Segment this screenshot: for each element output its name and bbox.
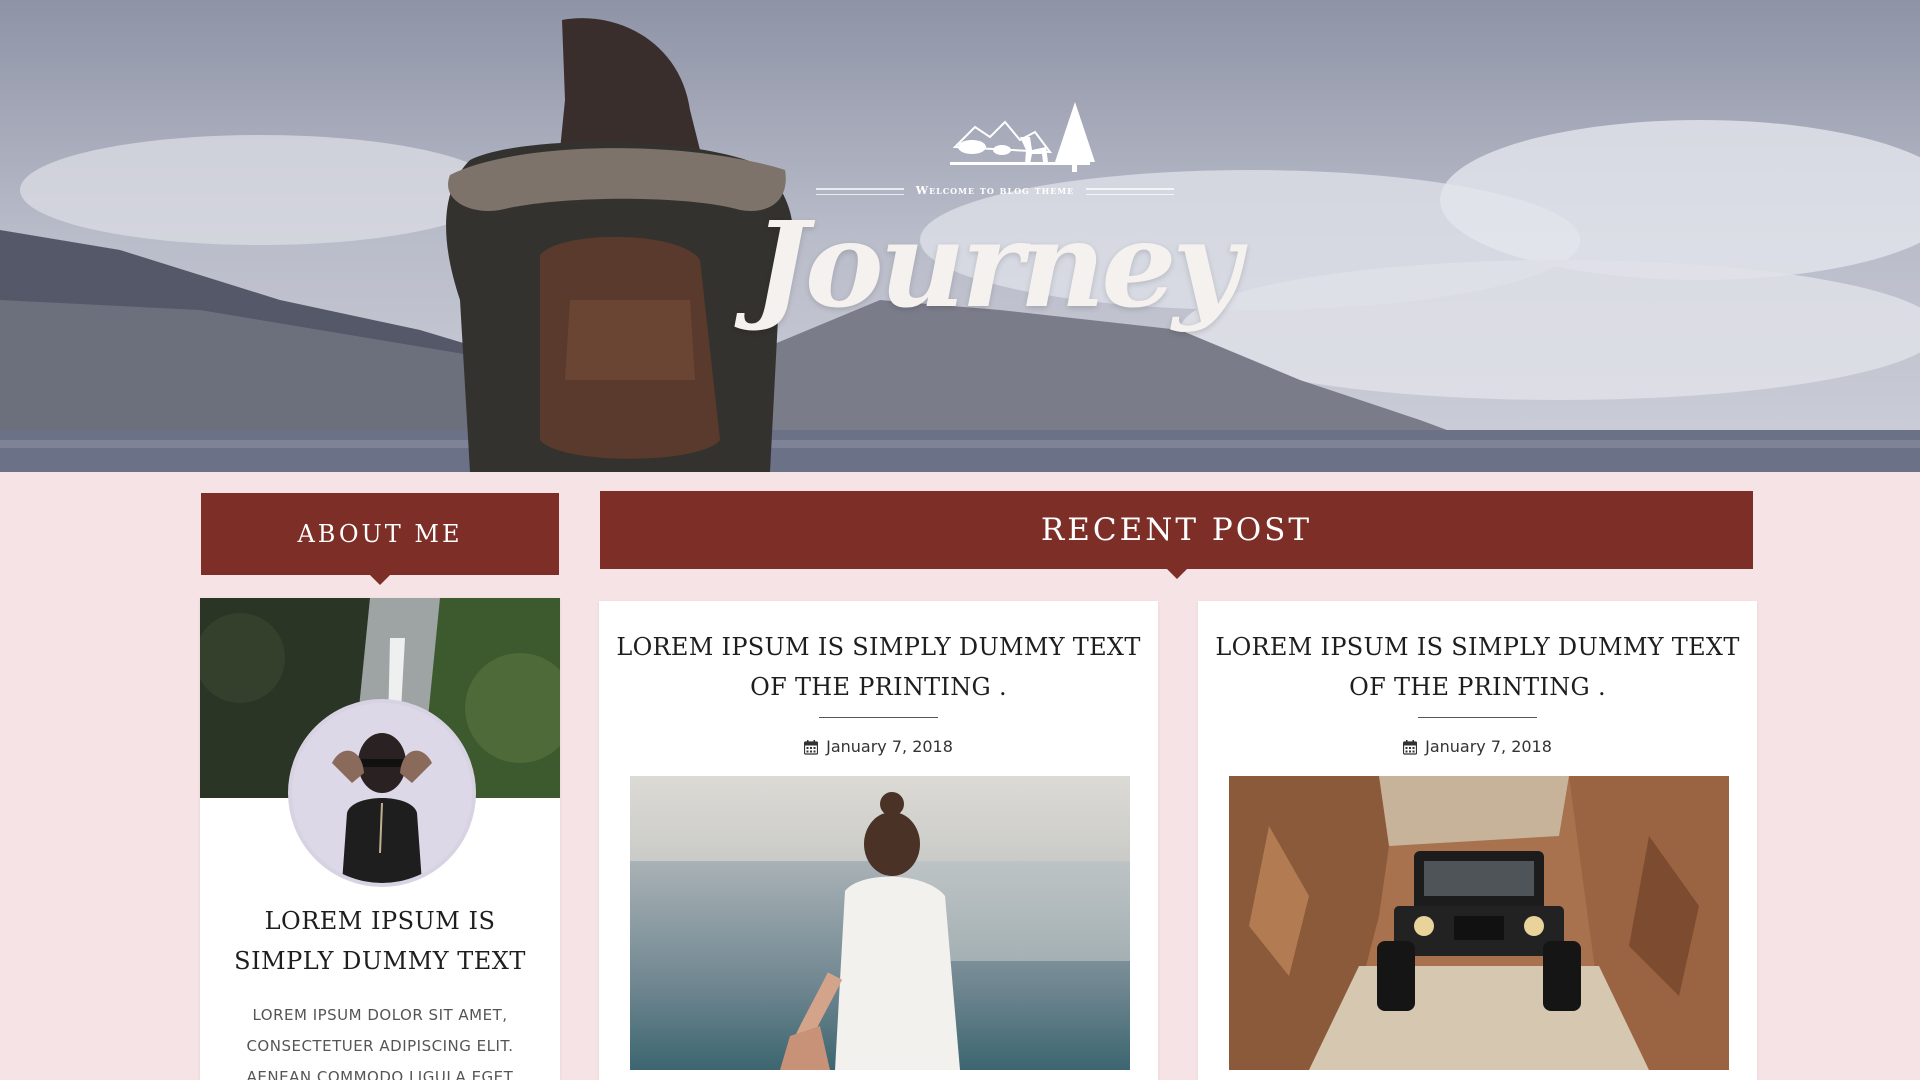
hero-title: Journey: [753, 195, 1241, 334]
about-me-header: ABOUT ME: [201, 493, 559, 585]
site-logo[interactable]: Welcome to blog theme Journey: [750, 92, 1241, 372]
about-title: LOREM IPSUM IS SIMPLY DUMMY TEXT: [200, 901, 560, 981]
post-title-link[interactable]: LOREM IPSUM IS SIMPLY DUMMY TEXT OF THE …: [1198, 627, 1757, 707]
wildlife-emblem-icon: [950, 102, 1095, 172]
hero-banner: Welcome to blog theme Journey: [0, 0, 1920, 472]
divider: [819, 717, 938, 718]
avatar: [288, 699, 476, 887]
about-me-card: LOREM IPSUM IS SIMPLY DUMMY TEXT LOREM I…: [200, 598, 560, 1080]
about-text-line: AENEAN COMMODO LIGULA EGET: [246, 1068, 514, 1080]
about-title-line: SIMPLY DUMMY TEXT: [234, 947, 526, 975]
sea-photo-icon: [630, 776, 1130, 1070]
post-date-text: January 7, 2018: [1425, 737, 1552, 756]
post-date-text: January 7, 2018: [826, 737, 953, 756]
post-title-line: LOREM IPSUM IS SIMPLY DUMMY TEXT: [616, 633, 1141, 661]
post-title-line: OF THE PRINTING .: [1349, 673, 1606, 701]
post-date: January 7, 2018: [599, 737, 1158, 756]
post-card[interactable]: LOREM IPSUM IS SIMPLY DUMMY TEXT OF THE …: [1198, 601, 1757, 1080]
about-text-line: CONSECTETUER ADIPISCING ELIT.: [246, 1037, 514, 1055]
jeep-photo-icon: [1229, 776, 1729, 1070]
recent-post-header: RECENT POST: [600, 491, 1753, 579]
post-title-line: OF THE PRINTING .: [750, 673, 1007, 701]
calendar-icon: [804, 740, 819, 755]
about-title-line: LOREM IPSUM IS: [264, 907, 496, 935]
profile-photo-icon: [292, 703, 472, 883]
divider: [1418, 717, 1537, 718]
post-image[interactable]: [1229, 776, 1729, 1070]
about-description: LOREM IPSUM DOLOR SIT AMET, CONSECTETUER…: [220, 1000, 540, 1080]
post-date: January 7, 2018: [1198, 737, 1757, 756]
post-title-link[interactable]: LOREM IPSUM IS SIMPLY DUMMY TEXT OF THE …: [599, 627, 1158, 707]
calendar-icon: [1403, 740, 1418, 755]
post-image[interactable]: [630, 776, 1130, 1070]
post-card[interactable]: LOREM IPSUM IS SIMPLY DUMMY TEXT OF THE …: [599, 601, 1158, 1080]
post-title-line: LOREM IPSUM IS SIMPLY DUMMY TEXT: [1215, 633, 1740, 661]
about-text-line: LOREM IPSUM DOLOR SIT AMET,: [252, 1006, 508, 1024]
